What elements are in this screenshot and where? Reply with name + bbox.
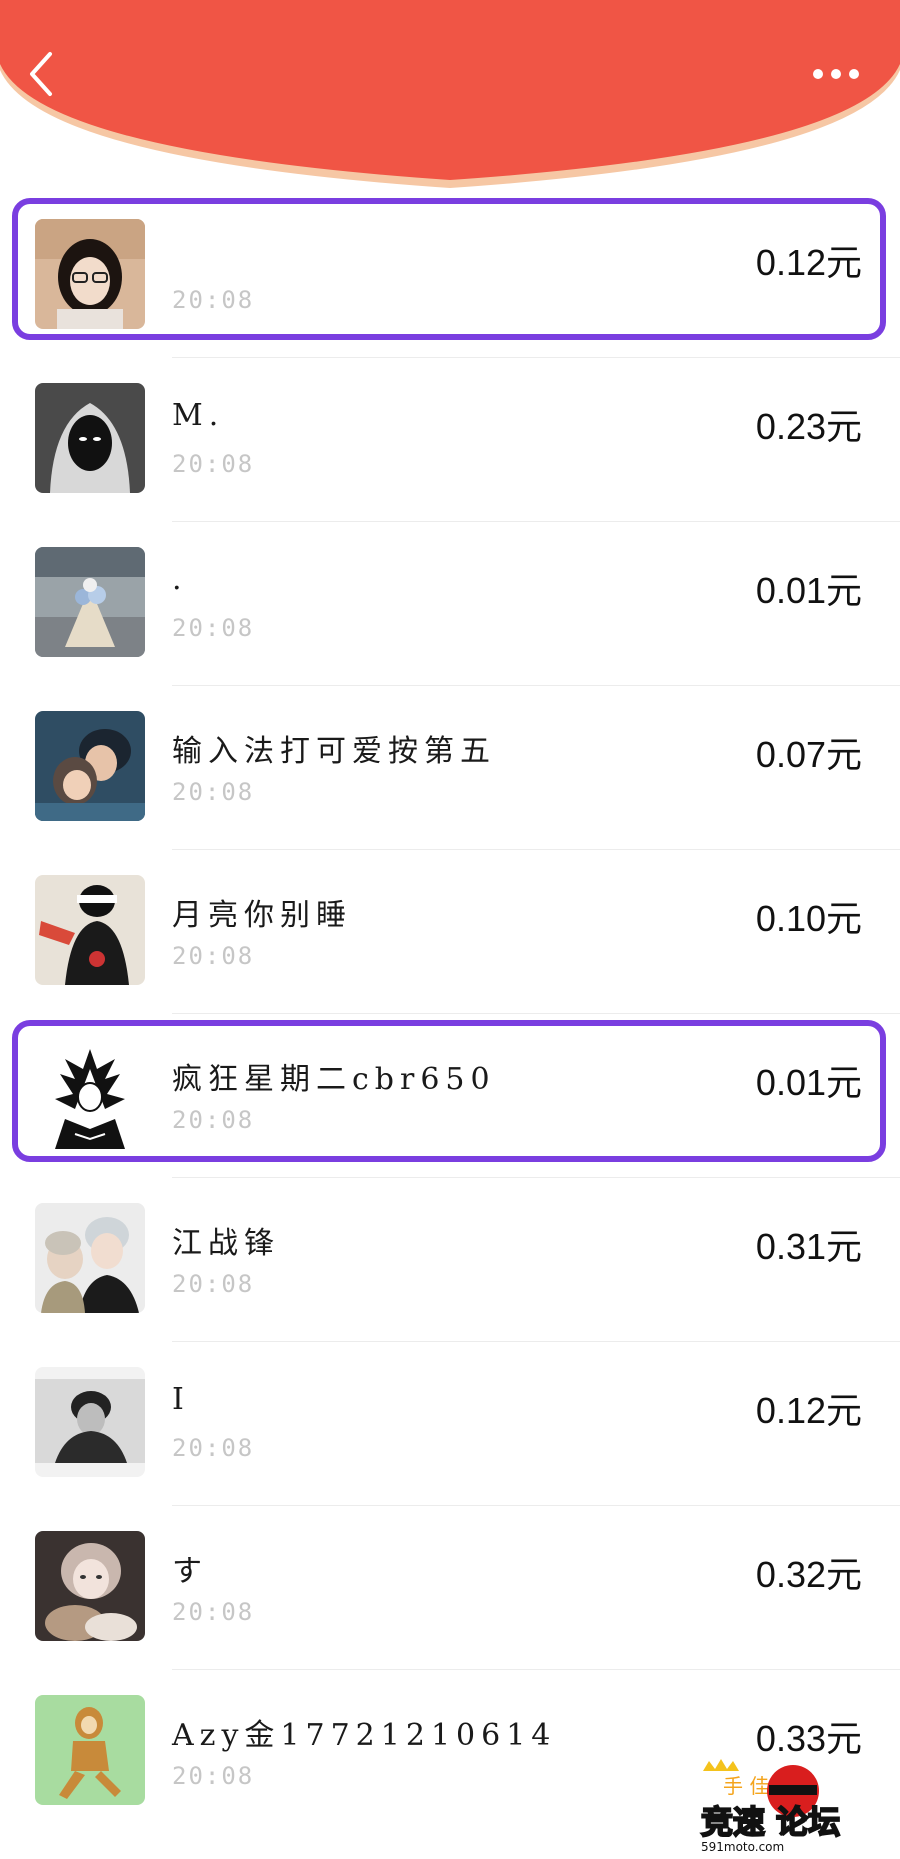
back-button[interactable] xyxy=(22,44,62,104)
timestamp: 20:08 xyxy=(172,942,255,970)
more-dots-icon xyxy=(813,69,859,79)
nickname: 月亮你别睡 xyxy=(172,898,352,933)
header-bar xyxy=(0,0,900,200)
amount: 0.23元 xyxy=(755,406,862,447)
amount: 0.10元 xyxy=(755,898,862,939)
avatar xyxy=(35,1695,145,1805)
watermark-logo: 手 佳 竞速 论坛 591moto.com xyxy=(695,1757,900,1855)
list-item[interactable]: 输入法打可爱按第五 20:08 0.07元 xyxy=(0,686,900,850)
nickname: Azy金17721210614 xyxy=(172,1718,557,1753)
avatar xyxy=(35,1367,145,1477)
header-background xyxy=(0,0,900,188)
avatar xyxy=(35,1203,145,1313)
timestamp: 20:08 xyxy=(172,1270,255,1298)
timestamp: 20:08 xyxy=(172,1598,255,1626)
nickname: . xyxy=(172,562,188,597)
list-item[interactable]: M. 20:08 0.23元 xyxy=(0,358,900,522)
timestamp: 20:08 xyxy=(172,778,255,806)
list-item[interactable]: 江战锋 20:08 0.31元 xyxy=(0,1178,900,1342)
amount: 0.33元 xyxy=(755,1718,862,1759)
list-item[interactable]: . 20:08 0.01元 xyxy=(0,522,900,686)
timestamp: 20:08 xyxy=(172,1434,255,1462)
more-button[interactable] xyxy=(804,56,868,92)
nickname: 江战锋 xyxy=(172,1226,280,1261)
avatar xyxy=(35,711,145,821)
avatar xyxy=(35,875,145,985)
avatar xyxy=(35,547,145,657)
chevron-left-icon xyxy=(30,52,52,96)
amount: 0.32元 xyxy=(755,1554,862,1595)
nickname: M. xyxy=(172,398,225,433)
timestamp: 20:08 xyxy=(172,614,255,642)
timestamp: 20:08 xyxy=(172,1762,255,1790)
timestamp: 20:08 xyxy=(172,450,255,478)
amount: 0.31元 xyxy=(755,1226,862,1267)
avatar xyxy=(35,383,145,493)
nickname: I xyxy=(172,1382,190,1417)
avatar xyxy=(35,1531,145,1641)
highlight-box xyxy=(12,198,886,340)
highlight-box xyxy=(12,1020,886,1162)
amount: 0.07元 xyxy=(755,734,862,775)
nickname: 输入法打可爱按第五 xyxy=(172,734,496,769)
amount: 0.12元 xyxy=(755,1390,862,1431)
svg-text:竞速 论坛: 竞速 论坛 xyxy=(701,1803,840,1841)
list-item[interactable]: 月亮你别睡 20:08 0.10元 xyxy=(0,850,900,1014)
svg-text:手 佳: 手 佳 xyxy=(723,1774,769,1798)
list-item[interactable]: I 20:08 0.12元 xyxy=(0,1342,900,1506)
amount: 0.01元 xyxy=(755,570,862,611)
svg-text:591moto.com: 591moto.com xyxy=(701,1840,784,1854)
nickname: す xyxy=(172,1554,208,1589)
list-item[interactable]: す 20:08 0.32元 xyxy=(0,1506,900,1670)
